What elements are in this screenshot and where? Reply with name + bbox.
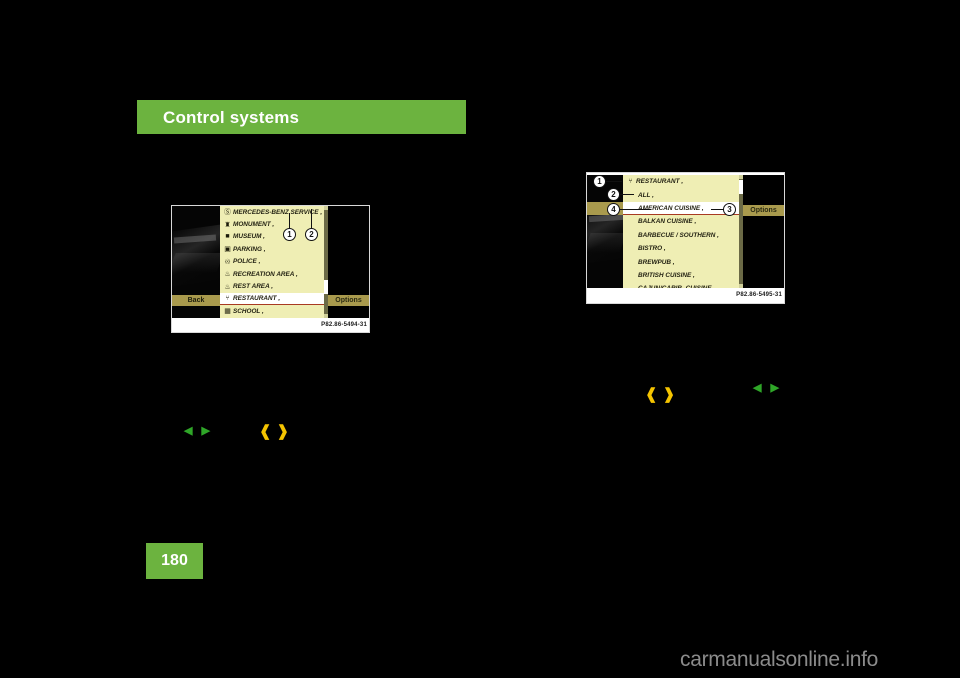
- right-column-symbol-row-arrows: ◀ ▶: [753, 383, 779, 394]
- list-item[interactable]: BISTRO ,: [623, 242, 739, 255]
- map-artwork-shadow: [172, 253, 220, 273]
- list-item[interactable]: ⑂ RESTAURANT ,: [623, 175, 739, 188]
- callout-leader-2: [620, 194, 634, 195]
- bracket-right-gold-icon: ❱: [276, 423, 290, 440]
- callout-leader-1: [289, 213, 290, 228]
- restaurant-icon: ⑂: [225, 295, 230, 303]
- list-item-label: BRITISH CUISINE ,: [638, 271, 695, 279]
- list-item-selected[interactable]: ⑂ RESTAURANT ,: [220, 292, 324, 306]
- left-arrow-green-icon: ◀: [184, 425, 193, 437]
- list-item[interactable]: ▣ PARKING ,: [220, 243, 324, 255]
- map-artwork-shadow: [587, 233, 623, 253]
- recreation-area-icon: ♨: [224, 271, 231, 279]
- figure-caption: P82.86-5494-31: [290, 320, 369, 331]
- list-item[interactable]: BALKAN CUISINE ,: [623, 215, 739, 228]
- list-item-label: BREWPUB ,: [638, 258, 675, 266]
- callout-leader-4: [620, 209, 651, 210]
- list-item-label: RECREATION AREA ,: [233, 270, 298, 278]
- parking-icon: ▣: [224, 246, 231, 254]
- list-item-label: RESTAURANT ,: [233, 295, 281, 303]
- list-item[interactable]: BRITISH CUISINE ,: [623, 269, 739, 282]
- list-item[interactable]: CAJUN/CARIB. CUISINE ,: [623, 282, 739, 288]
- list-item-label: BISTRO ,: [638, 245, 666, 253]
- list-item[interactable]: BARBECUE / SOUTHERN ,: [623, 229, 739, 242]
- list-item[interactable]: ♾ POLICE ,: [220, 256, 324, 268]
- list-item-label: MONUMENT ,: [233, 221, 275, 229]
- site-watermark: carmanualsonline.info: [680, 648, 878, 671]
- list-item-label: BALKAN CUISINE ,: [638, 218, 697, 226]
- poi-category-list-1[interactable]: Ⓢ MERCEDES-BENZ SERVICE , ♜ MONUMENT , ■…: [220, 206, 324, 318]
- list-item[interactable]: BREWPUB ,: [623, 255, 739, 268]
- back-button[interactable]: Back: [172, 295, 220, 306]
- school-icon: ▦: [224, 308, 231, 316]
- restaurant-icon: ⑂: [628, 178, 633, 186]
- callout-4: 4: [607, 203, 620, 216]
- callout-leader-2: [311, 209, 312, 228]
- list-item-label: REST AREA ,: [233, 283, 274, 291]
- rest-area-icon: ♨: [224, 283, 231, 291]
- list-item[interactable]: ♨ RECREATION AREA ,: [220, 268, 324, 280]
- callout-3: 3: [723, 203, 736, 216]
- list-item-label: SCHOOL ,: [233, 307, 264, 315]
- list-item[interactable]: Ⓢ MERCEDES-BENZ SERVICE ,: [220, 206, 324, 218]
- bracket-right-gold-icon: ❱: [662, 386, 676, 403]
- callout-1: 1: [593, 175, 606, 188]
- options-button[interactable]: Options: [743, 205, 784, 216]
- list-item-label: MUSEUM ,: [233, 233, 265, 241]
- comand-screen-1: Back Ⓢ MERCEDES-BENZ SERVICE , ♜ MONUMEN…: [172, 206, 369, 318]
- bracket-left-gold-icon: ❰: [645, 386, 658, 403]
- callout-leader-1: [606, 181, 622, 182]
- figure-caption: P82.86-5495-31: [705, 290, 784, 301]
- list-item-label: MERCEDES-BENZ SERVICE ,: [233, 208, 323, 216]
- callout-1: 1: [283, 228, 296, 241]
- callout-2: 2: [607, 188, 620, 201]
- right-arrow-green-icon: ▶: [770, 382, 779, 394]
- right-pane-2: [743, 175, 784, 288]
- figure-poi-category-list: Back Ⓢ MERCEDES-BENZ SERVICE , ♜ MONUMEN…: [171, 205, 370, 333]
- police-icon: ♾: [224, 258, 231, 266]
- right-column-symbol-row: ❰ ❱: [645, 387, 675, 402]
- list-item-label: ALL ,: [638, 191, 654, 199]
- page-number: 180: [161, 552, 188, 569]
- bracket-left-gold-icon: ❰: [258, 423, 272, 440]
- mercedes-star-icon: Ⓢ: [224, 209, 231, 217]
- list-item-label: CAJUN/CARIB. CUISINE ,: [638, 285, 715, 288]
- callout-2: 2: [305, 228, 318, 241]
- page-title: Control systems: [163, 108, 300, 127]
- museum-icon: ■: [225, 233, 230, 241]
- page-number-block: 180: [146, 543, 203, 579]
- list-item-label: BARBECUE / SOUTHERN ,: [638, 231, 719, 239]
- list-item[interactable]: ALL ,: [623, 188, 739, 201]
- left-column-symbol-row: ◀ ▶ ❰ ❱: [184, 424, 289, 439]
- list-item-label: PARKING ,: [233, 245, 266, 253]
- right-arrow-green-icon: ▶: [201, 425, 210, 437]
- cuisine-list-2[interactable]: ⑂ RESTAURANT , ALL , AMERICAN CUISINE , …: [623, 175, 739, 288]
- options-button[interactable]: Options: [328, 295, 369, 306]
- list-item-label: RESTAURANT ,: [636, 178, 684, 186]
- monument-icon: ♜: [224, 221, 231, 229]
- left-arrow-green-icon: ◀: [753, 382, 762, 394]
- list-item[interactable]: ▦ SCHOOL ,: [220, 305, 324, 317]
- list-item-label: POLICE ,: [233, 258, 261, 266]
- list-item[interactable]: ♨ REST AREA ,: [220, 280, 324, 292]
